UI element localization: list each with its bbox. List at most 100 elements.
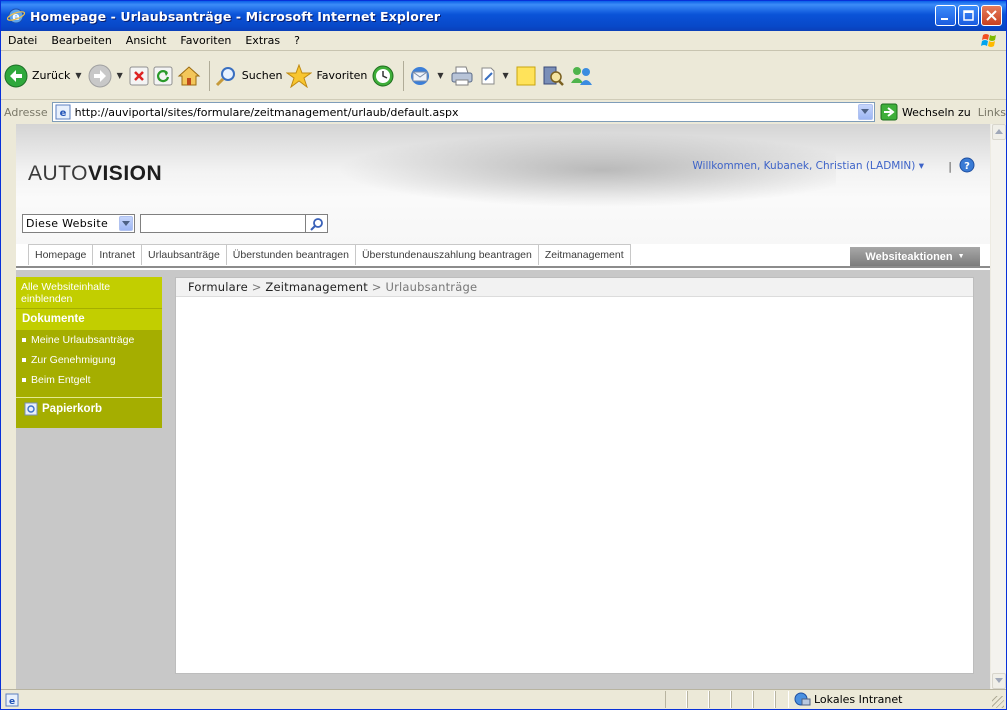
home-button[interactable] [177,65,201,87]
back-button[interactable]: Zurück ▼ [4,64,84,88]
menu-ansicht[interactable]: Ansicht [119,34,174,47]
nav-tab-intranet[interactable]: Intranet [92,244,142,265]
main-panel: Formulare > Zeitmanagement > Urlaubsantr… [175,277,974,674]
site-actions-button[interactable]: Websiteaktionen ▼ [850,247,980,266]
toolbar: Zurück ▼ ▼ Suchen Favoriten ▼ ▼ [1,52,1006,100]
nav-tab-homepage[interactable]: Homepage [28,244,94,265]
welcome-menu[interactable]: Willkommen, Kubanek, Christian (LADMIN) … [692,160,924,172]
edit-button[interactable]: ▼ [478,66,511,86]
security-zone[interactable]: Lokales Intranet [793,691,902,707]
svg-text:e: e [9,697,15,707]
back-label: Zurück [32,69,71,82]
search-input[interactable] [140,214,306,233]
search-scope-select[interactable]: Diese Website [22,214,135,233]
search-button[interactable]: Suchen [214,64,283,88]
help-icon[interactable]: ? [959,157,975,173]
chevron-down-icon[interactable]: ▼ [437,71,443,80]
browser-window: e Homepage - Urlaubsanträge - Microsoft … [0,0,1007,710]
menu-favoriten[interactable]: Favoriten [173,34,238,47]
status-cell [753,691,775,708]
scroll-down-button[interactable] [992,673,1006,689]
menu-extras[interactable]: Extras [238,34,287,47]
mail-button[interactable]: ▼ [408,65,445,87]
quicklaunch-item-label: Zur Genehmigung [31,354,116,366]
note-icon [516,66,536,85]
refresh-icon [153,66,173,85]
breadcrumb-zeitmanagement[interactable]: Zeitmanagement [265,280,368,294]
intranet-zone-icon [794,692,811,706]
go-arrow-icon [880,103,898,121]
chevron-down-icon[interactable]: ▼ [117,71,123,80]
toolbar-separator [208,60,210,91]
search-icon [309,217,323,231]
page-content: AUTOVISION Willkommen, Kubanek, Christia… [16,124,990,689]
resize-grip[interactable] [992,696,1004,708]
chevron-up-icon [995,129,1003,134]
address-dropdown-button[interactable] [857,104,873,120]
vertical-scrollbar[interactable] [990,124,1006,689]
menu-bar: Datei Bearbeiten Ansicht Favoriten Extra… [1,31,1006,51]
go-label: Wechseln zu [901,105,971,119]
print-button[interactable] [450,65,474,87]
search-scope-dropdown[interactable] [119,216,133,231]
view-all-content-link[interactable]: Alle Websiteinhalte einblenden [16,277,162,308]
bullet [22,338,26,342]
recycle-bin-icon [24,402,38,416]
maximize-button[interactable] [958,5,979,26]
nav-tab-ueberstundenauszahlung[interactable]: Überstundenauszahlung beantragen [354,244,539,265]
site-logo[interactable]: AUTOVISION [28,162,162,186]
minimize-icon [941,18,948,20]
bullet [22,358,26,362]
menu-help[interactable]: ? [287,34,307,47]
chevron-down-icon[interactable]: ▼ [75,71,81,80]
messenger-button[interactable] [569,65,595,87]
history-button[interactable] [371,64,395,88]
stop-icon [129,66,149,85]
go-button[interactable]: Wechseln zu [880,103,971,121]
body-area: Alle Websiteinhalte einblenden Dokumente… [16,270,990,689]
search-go-button[interactable] [306,214,328,233]
close-button[interactable] [981,5,1002,26]
messenger-icon [570,66,592,85]
nav-tab-urlaubsantraege[interactable]: Urlaubsanträge [140,244,227,265]
mail-icon [411,66,430,85]
search-label: Suchen [241,69,283,82]
quicklaunch-item-meine[interactable]: Meine Urlaubsanträge [16,330,162,350]
history-icon [372,65,394,86]
quick-launch: Alle Websiteinhalte einblenden Dokumente… [16,277,162,428]
quicklaunch-header-dokumente[interactable]: Dokumente [16,309,162,330]
svg-text:e: e [59,108,66,119]
links-label[interactable]: Links [978,106,1006,119]
minimize-button[interactable] [935,5,956,26]
status-cell [687,691,709,708]
chevron-down-icon[interactable]: ▼ [503,71,509,80]
title-bar: e Homepage - Urlaubsanträge - Microsoft … [1,1,1006,31]
recycle-bin-link[interactable]: Papierkorb [16,402,162,416]
chevron-down-icon [861,109,870,114]
welcome-separator: | [948,160,952,173]
address-input[interactable]: e http://auviportal/sites/formulare/zeit… [51,102,875,122]
menu-bearbeiten[interactable]: Bearbeiten [44,34,118,47]
forward-button[interactable]: ▼ [88,64,125,88]
quicklaunch-item-genehmigung[interactable]: Zur Genehmigung [16,350,162,370]
page-icon: e [55,104,71,120]
quicklaunch-item-entgelt[interactable]: Beim Entgelt [16,370,162,390]
security-zone-label: Lokales Intranet [814,692,903,706]
refresh-button[interactable] [153,66,173,86]
nav-tab-ueberstunden[interactable]: Überstunden beantragen [225,244,356,265]
status-cell [775,691,789,708]
menu-datei[interactable]: Datei [1,34,44,47]
nav-tab-zeitmanagement[interactable]: Zeitmanagement [537,244,631,265]
search-icon [215,66,235,86]
breadcrumb-formulare[interactable]: Formulare [188,280,248,294]
research-button[interactable] [541,64,565,88]
bullet [22,378,26,382]
windows-logo-icon [981,34,996,47]
stop-button[interactable] [129,66,149,86]
notes-button[interactable] [515,65,537,87]
scroll-up-button[interactable] [992,124,1006,140]
chevron-down-icon: ▼ [957,253,965,260]
printer-icon [451,66,473,85]
favorites-button[interactable]: Favoriten [286,63,367,88]
quicklaunch-divider [16,397,162,398]
